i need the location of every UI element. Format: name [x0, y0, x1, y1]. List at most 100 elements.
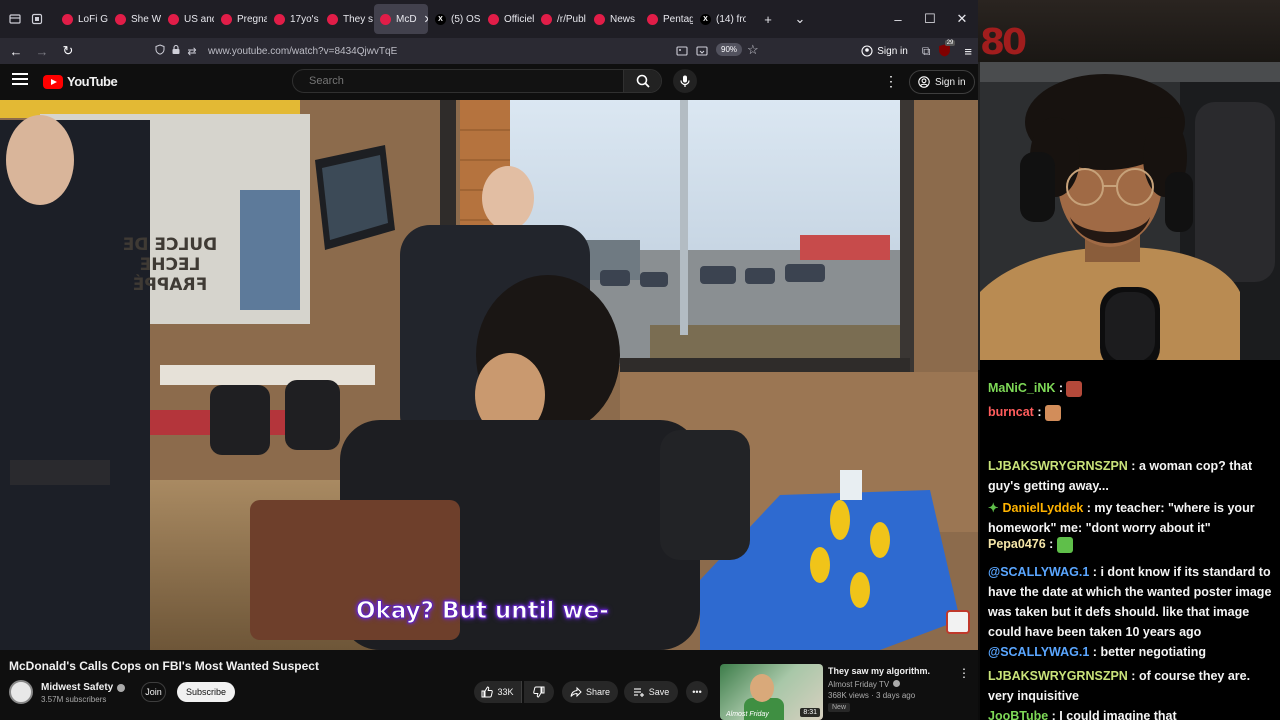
tab-favicon-icon: [274, 13, 285, 25]
verified-icon: [893, 680, 901, 687]
recommended-thumbnail[interactable]: Almost Friday 8:31: [720, 664, 823, 720]
settings-kebab-icon[interactable]: ⋮: [884, 74, 898, 90]
tab-favicon-icon: [168, 13, 179, 25]
search-button[interactable]: [623, 70, 661, 92]
ublock-icon[interactable]: 29: [938, 40, 956, 58]
live-chat: MaNiC_iNK : burncat : LJBAKSWRYGRNSZPN :…: [980, 360, 1280, 720]
chat-username[interactable]: DanielLyddek: [1002, 501, 1083, 515]
search-box: [292, 69, 662, 93]
chat-message: @SCALLYWAG.1 : i dont know if its standa…: [988, 562, 1278, 642]
more-actions-icon[interactable]: •••: [686, 681, 708, 703]
browser-tab[interactable]: LoFi G: [56, 4, 108, 34]
browser-tab[interactable]: 17yo's: [268, 4, 320, 34]
channel-watermark[interactable]: [946, 610, 970, 634]
like-button[interactable]: 33K: [474, 681, 522, 703]
account-signin[interactable]: Sign in: [861, 45, 908, 57]
user-circle-icon: [918, 76, 930, 88]
youtube-logo[interactable]: YouTube: [43, 74, 118, 89]
browser-tab[interactable]: /r/Publ: [535, 4, 587, 34]
forward-icon[interactable]: →: [29, 39, 55, 63]
tab-favicon-icon: [221, 13, 232, 25]
youtube-signin-button[interactable]: Sign in: [909, 70, 975, 94]
browser-tab[interactable]: Pentag: [641, 4, 693, 34]
browser-tab[interactable]: They s: [321, 4, 373, 34]
chat-username[interactable]: Pepa0476: [988, 537, 1046, 551]
tab-favicon-icon: [541, 13, 552, 25]
screen: LoFi GShe WUS andPregna17yo'sThey sMcD✕X…: [0, 0, 1280, 720]
share-button[interactable]: Share: [562, 681, 618, 703]
chat-username[interactable]: MaNiC_iNK: [988, 381, 1055, 395]
new-tab-icon[interactable]: +: [752, 5, 784, 33]
chat-username[interactable]: @SCALLYWAG.1: [988, 565, 1089, 579]
extensions-icon[interactable]: ⧉: [922, 44, 931, 59]
tab-overview-icon[interactable]: [4, 5, 26, 33]
subscribe-button[interactable]: Subscribe: [177, 682, 235, 702]
save-button[interactable]: Save: [624, 681, 678, 703]
app-menu-icon[interactable]: ≡: [964, 44, 972, 59]
browser-tab[interactable]: Officiel: [482, 4, 534, 34]
zoom-level[interactable]: 90%: [716, 43, 743, 56]
thumbs-down-icon: [533, 686, 545, 698]
chat-username[interactable]: burncat: [988, 405, 1034, 419]
lock-icon[interactable]: [168, 44, 184, 58]
chat-text: better negotiating: [1100, 645, 1206, 659]
close-window-icon[interactable]: ✕: [946, 5, 978, 33]
channel-avatar[interactable]: [9, 680, 33, 704]
reader-view-icon[interactable]: [676, 44, 688, 62]
browser-tab[interactable]: News: [588, 4, 640, 34]
tab-list-chevron-icon[interactable]: ⌄: [784, 5, 816, 33]
browser-tab[interactable]: She W: [109, 4, 161, 34]
chat-username[interactable]: JooBTube: [988, 709, 1048, 720]
chat-separator: :: [1048, 709, 1060, 720]
video-title: McDonald's Calls Cops on FBI's Most Want…: [9, 659, 319, 673]
url-text[interactable]: www.youtube.com/watch?v=8434QjwvTqE: [208, 46, 397, 57]
screenshot-icon[interactable]: [696, 44, 708, 62]
tab-favicon-icon: [115, 13, 126, 25]
channel-name: Midwest Safety: [41, 682, 114, 693]
chat-username[interactable]: LJBAKSWRYGRNSZPN: [988, 669, 1128, 683]
voice-search-button[interactable]: [673, 69, 697, 93]
channel-name-link[interactable]: Midwest Safety: [41, 682, 126, 693]
tab-label: (14) fro: [716, 13, 746, 25]
browser-tab[interactable]: McD ✕: [374, 4, 428, 34]
tab-label: Officiel: [504, 13, 534, 25]
minimize-icon[interactable]: –: [882, 5, 914, 33]
tab-favicon-icon: [380, 13, 391, 25]
chat-message: @SCALLYWAG.1 : better negotiating: [988, 642, 1278, 662]
browser-tab[interactable]: X (5) OSI: [429, 4, 481, 34]
chat-username[interactable]: @SCALLYWAG.1: [988, 645, 1089, 659]
recommended-channel[interactable]: Almost Friday TV: [828, 680, 901, 689]
tab-label: Pentag: [663, 13, 693, 25]
browser-tab[interactable]: US and: [162, 4, 214, 34]
permissions-icon[interactable]: ⇄: [184, 45, 200, 58]
close-tab-icon[interactable]: ✕: [424, 13, 428, 26]
chat-username[interactable]: LJBAKSWRYGRNSZPN: [988, 459, 1128, 473]
pinned-tab-icon[interactable]: [26, 5, 48, 33]
maximize-icon[interactable]: ☐: [914, 5, 946, 33]
reload-icon[interactable]: ↻: [55, 39, 81, 63]
thumbnail-overlay-text: Almost Friday: [726, 711, 769, 718]
browser-tab[interactable]: Pregna: [215, 4, 267, 34]
guide-menu-icon[interactable]: [12, 73, 28, 87]
navigation-bar: ← → ↻ ⇄ www.youtube.com/watch?v=8434Qjwv…: [0, 38, 978, 64]
dislike-button[interactable]: [524, 681, 554, 703]
shield-icon[interactable]: [152, 44, 168, 58]
recommended-duration: 8:31: [800, 708, 820, 717]
join-button[interactable]: Join: [141, 682, 166, 702]
back-icon[interactable]: ←: [3, 39, 29, 63]
recommended-meta: 368K views · 3 days ago: [828, 691, 916, 700]
chat-text: I could imagine that: [1059, 709, 1177, 720]
search-input[interactable]: [293, 75, 623, 87]
chat-message: Pepa0476 :: [988, 534, 1278, 554]
like-count: 33K: [497, 687, 514, 697]
chat-message: LJBAKSWRYGRNSZPN : a woman cop? that guy…: [988, 456, 1278, 496]
account-icon: [861, 45, 873, 57]
recommended-menu-icon[interactable]: ⋮: [958, 666, 970, 680]
subscriber-count: 3.57M subscribers: [41, 695, 107, 704]
bookmark-star-icon[interactable]: ☆: [747, 42, 759, 58]
browser-tab[interactable]: X (14) fro: [694, 4, 746, 34]
video-player[interactable]: DULCE DE LECHE FRAPPÉ: [0, 100, 978, 650]
save-playlist-icon: [633, 688, 644, 697]
recommended-title[interactable]: They saw my algorithm.: [828, 666, 930, 676]
extension-badge: 29: [944, 40, 956, 46]
